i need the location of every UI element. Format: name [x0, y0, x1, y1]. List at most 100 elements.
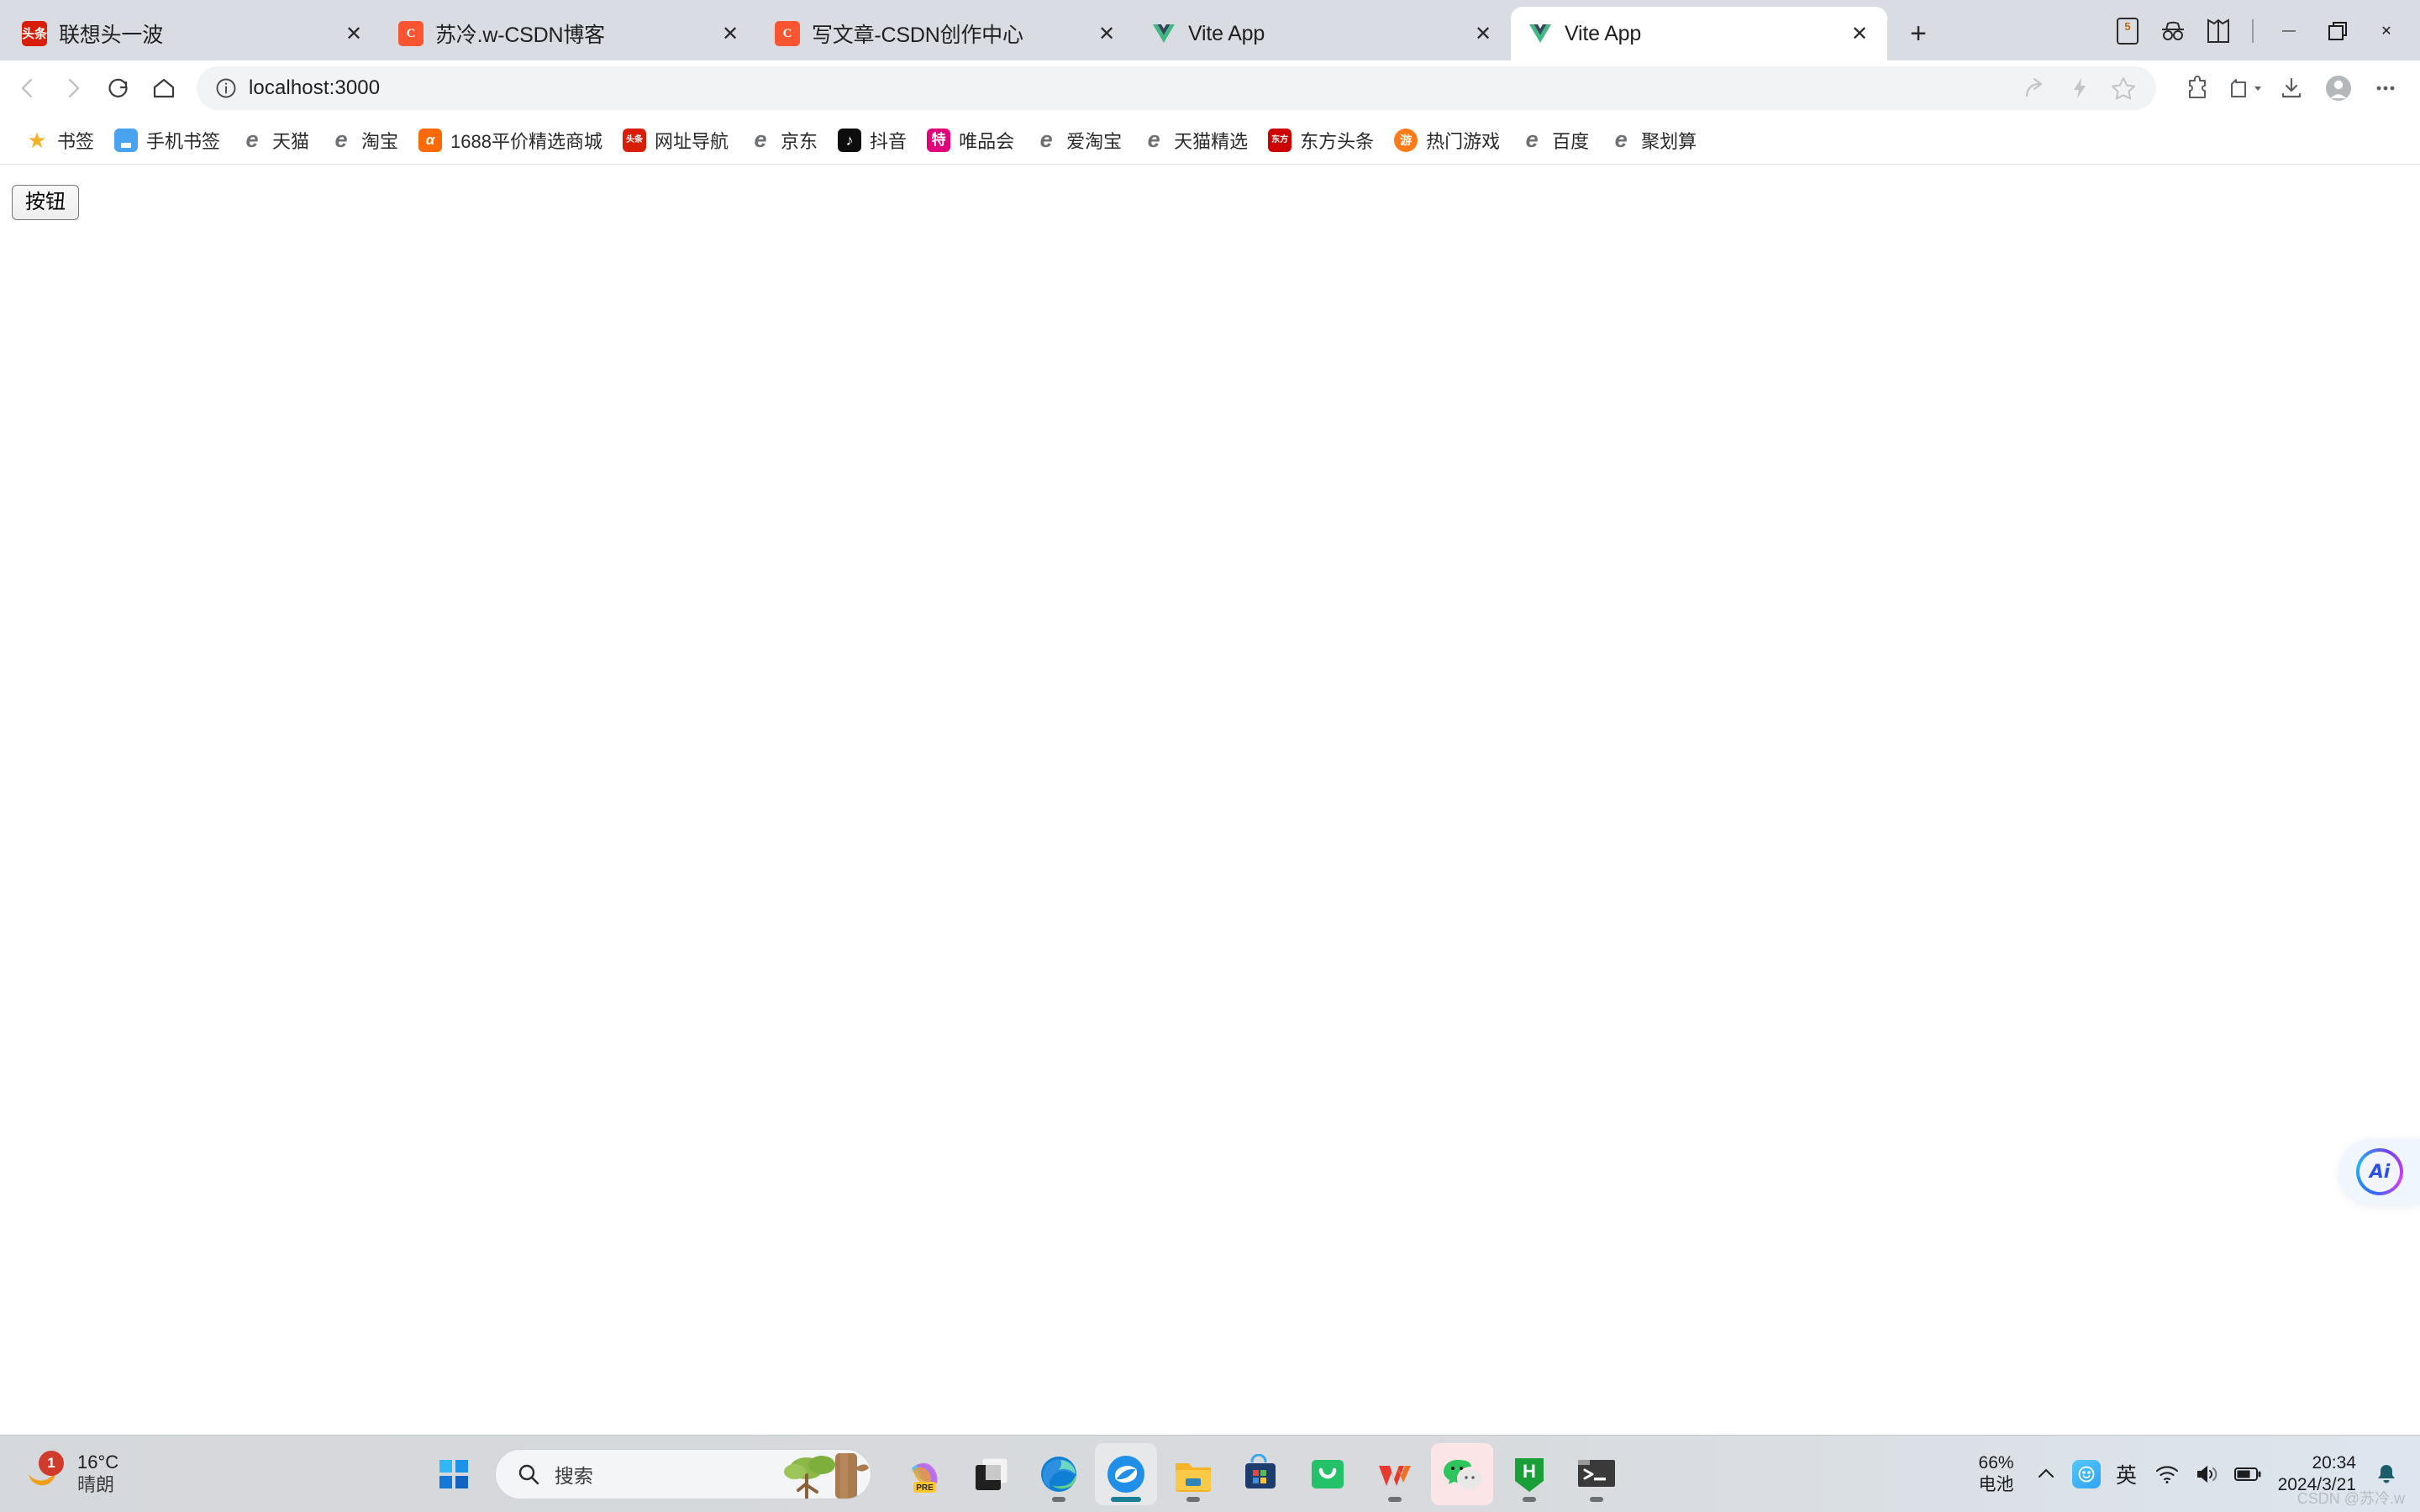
- maximize-button[interactable]: [2316, 12, 2360, 50]
- bookmark-item[interactable]: e 聚划算: [1599, 122, 1707, 159]
- weather-widget[interactable]: 1 16°C 晴朗: [0, 1450, 252, 1498]
- svg-text:PRE: PRE: [916, 1483, 934, 1493]
- bookmark-item[interactable]: e 百度: [1510, 122, 1599, 159]
- show-hidden-icons-icon[interactable]: [2026, 1451, 2066, 1498]
- profile-icon[interactable]: [2316, 66, 2361, 111]
- page-action-button[interactable]: 按钮: [12, 185, 79, 221]
- taskbar-search-box[interactable]: 搜索: [494, 1448, 871, 1499]
- bookmark-label: 唯品会: [959, 130, 1015, 152]
- ime-smiley-icon[interactable]: [2066, 1451, 2107, 1498]
- vip-icon: 特: [927, 128, 951, 152]
- browser-tab[interactable]: Vite App ✕: [1134, 7, 1511, 60]
- settings-more-icon[interactable]: [2363, 66, 2408, 111]
- new-tab-button[interactable]: +: [1899, 14, 1938, 53]
- taskbar-app-file-explorer[interactable]: [1162, 1443, 1224, 1505]
- tab-strip: 头条 联想头一波 ✕ C 苏冷.w-CSDN博客 ✕ C 写文章-CSDN创作中…: [0, 0, 2420, 60]
- collections-icon[interactable]: [2222, 66, 2267, 111]
- split-screen-icon[interactable]: [2198, 12, 2238, 50]
- address-bar[interactable]: localhost:3000: [197, 66, 2156, 110]
- bookmark-item[interactable]: 东方 东方头条: [1258, 122, 1384, 159]
- browser-tab[interactable]: 头条 联想头一波 ✕: [5, 7, 381, 60]
- battery-status[interactable]: 66% 电池: [1979, 1452, 2014, 1494]
- taskbar-app-copilot[interactable]: PRE: [893, 1443, 955, 1505]
- taskbar-app-wps-office[interactable]: [1364, 1443, 1426, 1505]
- tab-title: Vite App: [1188, 21, 1265, 45]
- aitaobao-icon: e: [1039, 128, 1053, 152]
- tmall-select-icon: e: [1147, 128, 1160, 152]
- search-icon: [514, 1460, 543, 1488]
- dongfang-icon: 东方: [1268, 128, 1292, 152]
- close-window-button[interactable]: ✕: [2365, 12, 2408, 50]
- svg-text:H: H: [1523, 1461, 1536, 1482]
- bookmark-item[interactable]: e 天猫: [230, 122, 319, 159]
- bookmark-item[interactable]: ♪ 抖音: [828, 122, 917, 159]
- tab-close-icon[interactable]: ✕: [1845, 19, 1874, 48]
- home-icon[interactable]: [141, 66, 187, 111]
- browser-tab-active[interactable]: Vite App ✕: [1511, 7, 1887, 60]
- inprivate-icon[interactable]: [2153, 12, 2193, 50]
- favorite-star-icon[interactable]: [2102, 67, 2144, 109]
- toutiao-nav-icon: 头条: [623, 128, 647, 152]
- taskbar-app-microsoft-edge[interactable]: [1028, 1443, 1090, 1505]
- vue-favicon: [1151, 21, 1176, 46]
- bookmark-item[interactable]: e 爱淘宝: [1024, 122, 1132, 159]
- tab-close-icon[interactable]: ✕: [339, 19, 368, 48]
- bookmark-item[interactable]: e 淘宝: [319, 122, 408, 159]
- site-info-icon[interactable]: [212, 74, 240, 102]
- ime-mode-label: 英: [2116, 1463, 2138, 1488]
- bookmark-label: 京东: [781, 130, 818, 152]
- bookmark-item[interactable]: e 天猫精选: [1132, 122, 1258, 159]
- taskbar-app-hbuilderx[interactable]: H: [1498, 1443, 1560, 1505]
- star-folder-icon: ★: [27, 128, 47, 152]
- browser-tab[interactable]: C 写文章-CSDN创作中心 ✕: [758, 7, 1134, 60]
- taskbar-app-task-view[interactable]: [960, 1443, 1023, 1505]
- bookmark-item[interactable]: α 1688平价精选商城: [408, 122, 613, 159]
- bookmark-item[interactable]: 游 热门游戏: [1384, 122, 1510, 159]
- forward-icon[interactable]: [50, 66, 96, 111]
- weather-temperature: 16°C: [77, 1451, 119, 1473]
- moon-clear-icon: 1: [18, 1450, 66, 1498]
- share-icon[interactable]: [2015, 67, 2057, 109]
- taskbar-app-microsoft-store[interactable]: [1229, 1443, 1292, 1505]
- back-icon[interactable]: [5, 66, 50, 111]
- bookmark-item[interactable]: 头条 网址导航: [613, 122, 739, 159]
- minimize-button[interactable]: —: [2267, 12, 2311, 50]
- browser-tab[interactable]: C 苏冷.w-CSDN博客 ✕: [381, 7, 758, 60]
- taskbar-app-green-app[interactable]: [1297, 1443, 1359, 1505]
- csdn-favicon: C: [398, 21, 424, 46]
- clock-time: 20:34: [2312, 1452, 2356, 1473]
- bookmark-item[interactable]: 特 唯品会: [917, 122, 1024, 159]
- ai-assistant-button[interactable]: Ai: [2339, 1139, 2420, 1205]
- performance-icon[interactable]: [2059, 67, 2101, 109]
- bookmark-item[interactable]: ★ 书签: [15, 122, 104, 159]
- taskbar-app-wechat[interactable]: [1430, 1442, 1493, 1505]
- address-bar-input[interactable]: localhost:3000: [249, 76, 2015, 100]
- battery-icon[interactable]: [2228, 1451, 2268, 1498]
- battery-percent: 66%: [1978, 1453, 2014, 1473]
- bookmark-item[interactable]: 手机书签: [104, 122, 230, 159]
- tab-close-icon[interactable]: ✕: [1469, 19, 1497, 48]
- tmall-icon: e: [245, 128, 259, 152]
- weather-condition: 晴朗: [77, 1473, 115, 1495]
- tab-actions-icon[interactable]: 5: [2107, 12, 2148, 50]
- start-button[interactable]: [428, 1448, 480, 1500]
- volume-icon[interactable]: [2187, 1451, 2228, 1498]
- wifi-icon[interactable]: [2147, 1451, 2187, 1498]
- taskbar-search-placeholder: 搜索: [554, 1464, 593, 1487]
- browser-actions: [2175, 66, 2408, 111]
- weather-text: 16°C 晴朗: [77, 1452, 118, 1497]
- extensions-icon[interactable]: [2175, 66, 2220, 111]
- bookmark-item[interactable]: e 京东: [739, 122, 828, 159]
- juhuasuan-icon: e: [1614, 128, 1628, 152]
- tab-close-icon[interactable]: ✕: [716, 19, 744, 48]
- tab-close-icon[interactable]: ✕: [1092, 19, 1121, 48]
- downloads-icon[interactable]: [2269, 66, 2314, 111]
- taskbar-app-edge-360-browser[interactable]: [1094, 1442, 1157, 1505]
- taskbar-center: 搜索 PRE H: [428, 1442, 1628, 1505]
- bookmark-label: 天猫: [272, 130, 310, 152]
- taskbar-app-terminal[interactable]: [1565, 1443, 1628, 1505]
- ime-mode-indicator[interactable]: 英: [2107, 1451, 2147, 1498]
- page-viewport: 按钮 Ai: [0, 165, 2420, 1435]
- refresh-icon[interactable]: [96, 66, 141, 111]
- search-decoration-image: [770, 1450, 871, 1499]
